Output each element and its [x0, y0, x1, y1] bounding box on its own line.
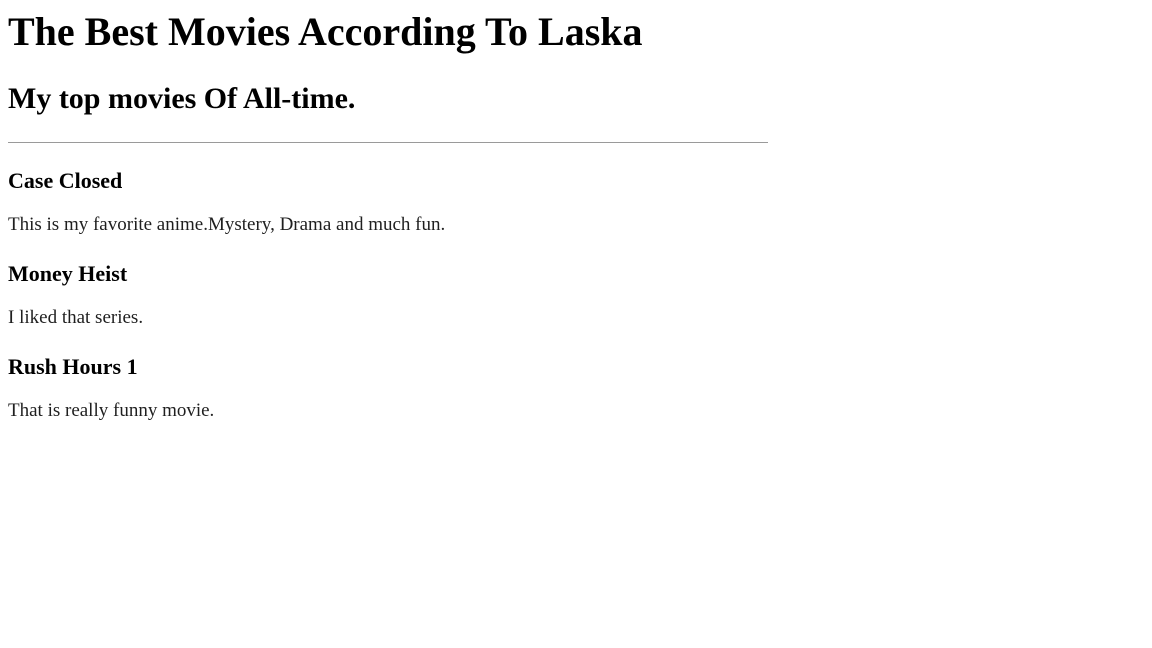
- movie-item-rush-hours-1: Rush Hours 1 That is really funny movie.: [8, 353, 1144, 423]
- movie-title: Rush Hours 1: [8, 354, 138, 379]
- movie-title: Case Closed: [8, 168, 123, 193]
- page-title: The Best Movies According To Laska: [8, 9, 643, 54]
- movie-description: This is my favorite anime.Mystery, Drama…: [8, 214, 446, 235]
- page-content: The Best Movies According To Laska My to…: [0, 8, 1152, 423]
- movie-list: Case Closed This is my favorite anime.My…: [8, 167, 1144, 423]
- movie-description: That is really funny movie.: [8, 400, 215, 421]
- movie-title: Money Heist: [8, 261, 128, 286]
- movie-item-money-heist: Money Heist I liked that series.: [8, 260, 1144, 330]
- movie-description: I liked that series.: [8, 307, 144, 328]
- page-subtitle: My top movies Of All-time.: [8, 82, 356, 115]
- movie-item-case-closed: Case Closed This is my favorite anime.My…: [8, 167, 1144, 237]
- divider: [8, 142, 768, 143]
